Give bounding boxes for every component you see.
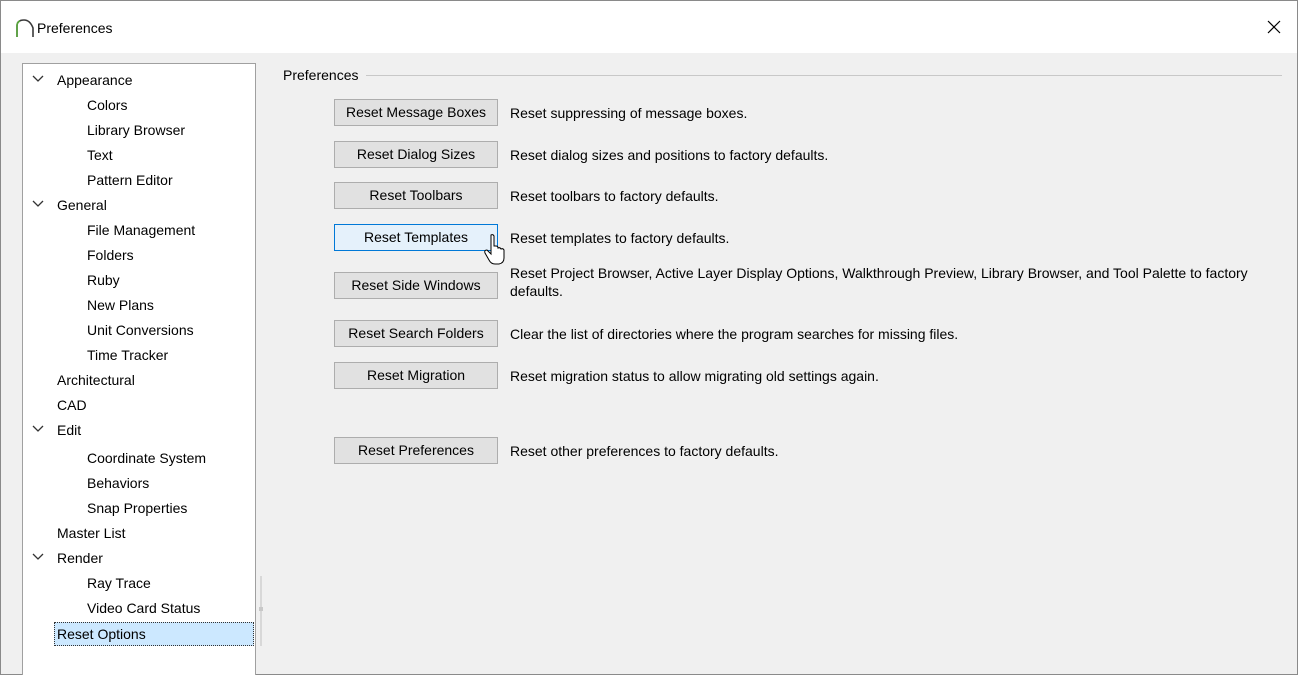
tree-item-reset-options[interactable]: Reset Options	[54, 622, 254, 646]
reset-dialog-sizes-description: Reset dialog sizes and positions to fact…	[510, 147, 829, 163]
close-icon	[1267, 20, 1281, 34]
tree-item-appearance[interactable]: Appearance	[57, 68, 133, 92]
reset-toolbars-button[interactable]: Reset Toolbars	[334, 182, 498, 209]
tree-item-text[interactable]: Text	[87, 143, 113, 167]
tree-item-file-management[interactable]: File Management	[87, 218, 195, 242]
reset-dialog-sizes-button[interactable]: Reset Dialog Sizes	[334, 141, 498, 168]
tree-item-snap-properties[interactable]: Snap Properties	[87, 496, 187, 520]
close-button[interactable]	[1251, 1, 1297, 53]
reset-preferences-button[interactable]: Reset Preferences	[334, 437, 498, 464]
preferences-dialog: Preferences Appearance Colors Library Br…	[0, 0, 1298, 675]
reset-search-folders-description: Clear the list of directories where the …	[510, 326, 959, 342]
reset-message-boxes-description: Reset suppressing of message boxes.	[510, 105, 748, 121]
tree-item-new-plans[interactable]: New Plans	[87, 293, 154, 317]
title-bar[interactable]: Preferences	[1, 1, 1297, 53]
tree-item-behaviors[interactable]: Behaviors	[87, 471, 149, 495]
tree-item-cad[interactable]: CAD	[57, 393, 87, 417]
reset-templates-description: Reset templates to factory defaults.	[510, 230, 730, 246]
tree-item-ray-trace[interactable]: Ray Trace	[87, 571, 151, 595]
reset-toolbars-description: Reset toolbars to factory defaults.	[510, 188, 719, 204]
tree-item-general[interactable]: General	[57, 193, 107, 217]
reset-side-windows-description: Reset Project Browser, Active Layer Disp…	[510, 265, 1248, 299]
tree-item-time-tracker[interactable]: Time Tracker	[87, 343, 168, 367]
reset-side-windows-button[interactable]: Reset Side Windows	[334, 272, 498, 299]
window-title: Preferences	[37, 20, 113, 36]
tree-item-edit[interactable]: Edit	[57, 418, 81, 442]
reset-preferences-description: Reset other preferences to factory defau…	[510, 443, 779, 459]
tree-item-architectural[interactable]: Architectural	[57, 368, 135, 392]
reset-message-boxes-button[interactable]: Reset Message Boxes	[334, 99, 498, 126]
chevron-down-icon[interactable]	[31, 72, 45, 86]
tree-item-colors[interactable]: Colors	[87, 93, 127, 117]
tree-item-library-browser[interactable]: Library Browser	[87, 118, 185, 142]
tree-item-coordinate-system[interactable]: Coordinate System	[87, 446, 206, 470]
preferences-tree[interactable]: Appearance Colors Library Browser Text P…	[22, 63, 256, 675]
chevron-down-icon[interactable]	[31, 422, 45, 436]
chevron-down-icon[interactable]	[31, 197, 45, 211]
chevron-down-icon[interactable]	[31, 550, 45, 564]
tree-item-render[interactable]: Render	[57, 546, 103, 570]
group-title: Preferences	[283, 66, 367, 84]
reset-migration-button[interactable]: Reset Migration	[334, 362, 498, 389]
group-divider	[283, 75, 1282, 76]
tree-item-folders[interactable]: Folders	[87, 243, 134, 267]
splitter-grip	[259, 607, 263, 611]
arch-logo-icon	[16, 19, 34, 37]
tree-item-video-card-status[interactable]: Video Card Status	[87, 596, 200, 620]
tree-item-ruby[interactable]: Ruby	[87, 268, 120, 292]
tree-item-master-list[interactable]: Master List	[57, 521, 125, 545]
reset-search-folders-button[interactable]: Reset Search Folders	[334, 320, 498, 347]
reset-templates-button[interactable]: Reset Templates	[334, 224, 498, 251]
tree-item-pattern-editor[interactable]: Pattern Editor	[87, 168, 173, 192]
reset-migration-description: Reset migration status to allow migratin…	[510, 368, 879, 384]
splitter[interactable]	[260, 576, 262, 646]
tree-item-unit-conversions[interactable]: Unit Conversions	[87, 318, 194, 342]
